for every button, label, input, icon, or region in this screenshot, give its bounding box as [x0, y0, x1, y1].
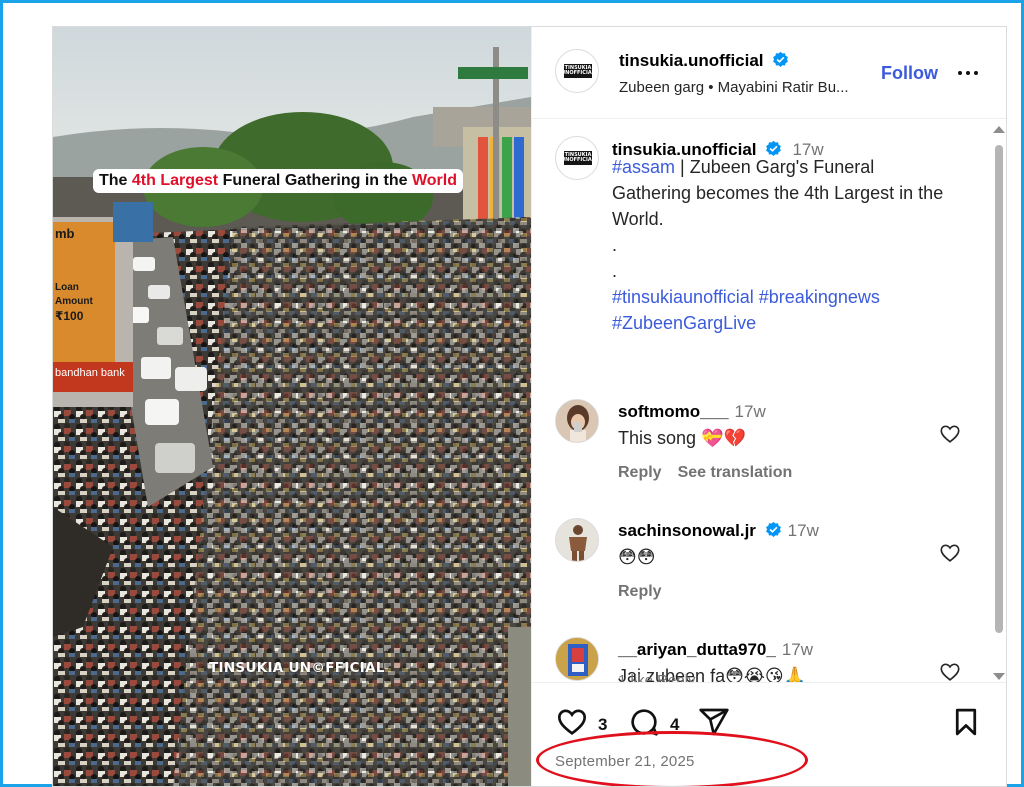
comment-text: This song 💝💔: [618, 428, 746, 448]
like-heart-icon[interactable]: [555, 706, 589, 738]
caption-dot: .: [612, 261, 618, 281]
post-action-bar: 3 4 September 21, 2025: [532, 682, 1006, 786]
scroll-down-arrow-icon[interactable]: [993, 673, 1005, 680]
like-comment-heart-icon[interactable]: [939, 661, 961, 682]
commenter-username: __ariyan_dutta970_ 17w: [618, 640, 813, 660]
commenter-avatar[interactable]: [555, 518, 599, 562]
post-modal: mb Loan Amount ₹100 bandhan bank The 4th…: [52, 26, 1007, 787]
avatar-logo: TINSUKIA UNOFFICIAL: [561, 151, 595, 165]
comment-actions: Reply: [618, 583, 678, 601]
video-caption-overlay: The 4th Largest Funeral Gathering in the…: [93, 169, 463, 193]
avatar-photo: [556, 638, 598, 680]
post-media-video[interactable]: mb Loan Amount ₹100 bandhan bank The 4th…: [53, 27, 531, 786]
like-comment-heart-icon[interactable]: [939, 542, 961, 564]
comment-timestamp[interactable]: 17w: [782, 640, 813, 659]
caption-highlight-1: 4th Largest: [131, 172, 219, 189]
header-username[interactable]: tinsukia.unofficial: [619, 51, 764, 70]
author-avatar[interactable]: TINSUKIA UNOFFICIAL: [555, 49, 599, 93]
annotation-red-circle: [536, 731, 808, 786]
reply-button[interactable]: Reply: [618, 464, 662, 481]
hashtag-link[interactable]: #breakingnews: [759, 287, 880, 307]
hashtag-link[interactable]: #assam: [612, 157, 675, 177]
video-watermark: TINSUKIA UN©FFICIAL: [209, 660, 385, 676]
scroll-up-arrow-icon[interactable]: [993, 126, 1005, 133]
caption-text: #assam | Zubeen Garg's Funeral Gathering…: [612, 154, 957, 336]
hashtag-link[interactable]: #ZubeenGargLive: [612, 313, 756, 333]
avatar-photo: [556, 400, 598, 442]
like-comment-heart-icon[interactable]: [939, 423, 961, 445]
commenter-username: softmomo___ 17w: [618, 402, 766, 422]
header-username-row: tinsukia.unofficial: [619, 51, 789, 71]
save-bookmark-icon[interactable]: [951, 706, 981, 738]
verified-badge-icon: [773, 51, 788, 67]
comment-username[interactable]: softmomo___: [618, 402, 729, 421]
comments-scrollbar[interactable]: [991, 120, 1005, 682]
billboard-text: mb Loan Amount ₹100: [55, 226, 93, 324]
reply-button[interactable]: Reply: [618, 583, 662, 600]
more-options-icon[interactable]: [956, 63, 980, 83]
comment-timestamp[interactable]: 17w: [735, 402, 766, 421]
hashtag-link[interactable]: #tinsukiaunofficial: [612, 287, 754, 307]
caption-prefix: The: [99, 172, 132, 189]
caption-author-avatar[interactable]: TINSUKIA UNOFFICIAL: [555, 136, 599, 180]
like-count[interactable]: 3: [598, 715, 607, 735]
audio-track-subtitle[interactable]: Zubeen garg • Mayabini Ratir Bu...: [619, 79, 849, 96]
follow-button[interactable]: Follow: [881, 63, 938, 84]
comment-timestamp[interactable]: 17w: [788, 521, 819, 540]
commenter-avatar[interactable]: [555, 399, 599, 443]
see-translation-button[interactable]: See translation: [678, 464, 793, 481]
caption-highlight-2: World: [411, 172, 457, 189]
commenter-avatar[interactable]: [555, 637, 599, 681]
post-header: TINSUKIA UNOFFICIAL tinsukia.unofficial Z…: [532, 27, 1006, 119]
avatar-logo: TINSUKIA UNOFFICIAL: [561, 64, 595, 78]
billboard-bank-label: bandhan bank: [55, 367, 125, 379]
commenter-username: sachinsonowal.jr 17w: [618, 521, 819, 541]
avatar-photo: [556, 519, 598, 561]
post-details-panel: TINSUKIA UNOFFICIAL tinsukia.unofficial Z…: [531, 27, 1006, 786]
comments-scroll-area[interactable]: TINSUKIA UNOFFICIAL tinsukia.unofficial 1…: [532, 120, 1006, 682]
caption-middle: Funeral Gathering in the: [218, 172, 412, 189]
comment-actions: Reply See translation: [618, 464, 808, 482]
comment-actions-partial: 1 like Reply: [618, 672, 696, 682]
comment-username[interactable]: sachinsonowal.jr: [618, 521, 756, 540]
scrollbar-thumb[interactable]: [995, 145, 1003, 633]
verified-badge-icon: [765, 521, 781, 537]
caption-dot: .: [612, 235, 618, 255]
comment-text: 😳😳: [618, 547, 656, 567]
comment-username[interactable]: __ariyan_dutta970_: [618, 640, 776, 659]
